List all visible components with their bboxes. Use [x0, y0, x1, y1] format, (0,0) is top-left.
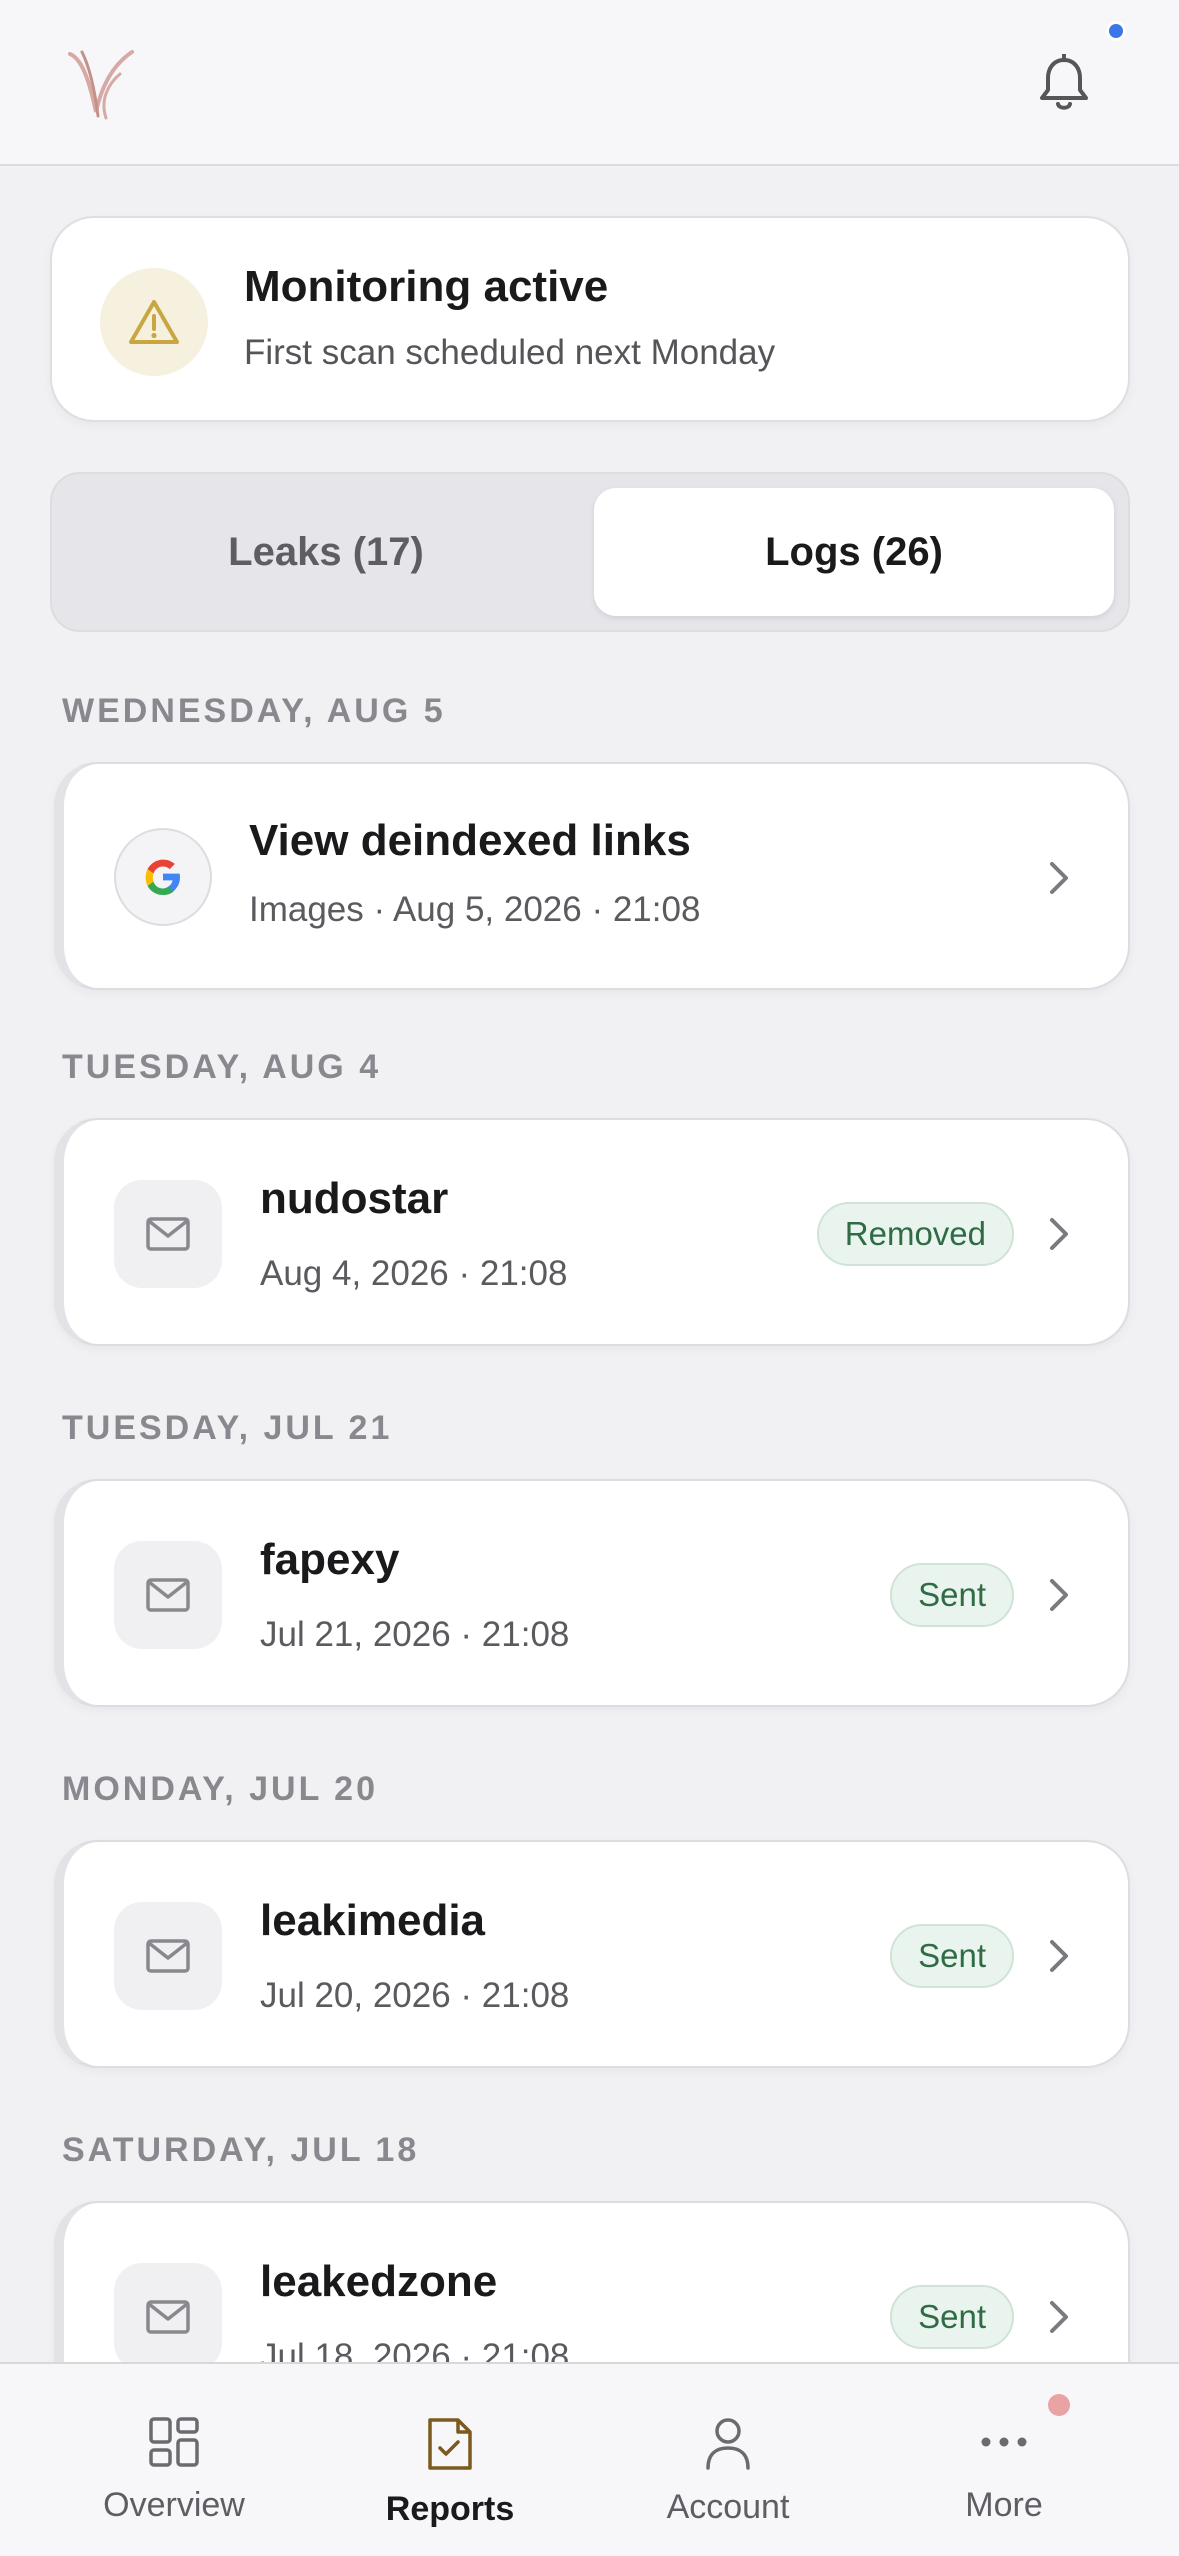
log-item-title: leakedzone	[260, 2257, 498, 2306]
google-icon	[114, 828, 212, 926]
tab-more[interactable]: More	[866, 2364, 1142, 2556]
logs-scroll-area[interactable]: Monitoring active First scan scheduled n…	[0, 166, 1179, 2362]
log-item-leakimedia[interactable]: leakimedia Jul 20, 2026 · 21:08 Sent	[54, 1840, 1130, 2068]
date-heading: WEDNESDAY, AUG 5	[62, 692, 446, 730]
chevron-right-icon	[1050, 1940, 1068, 1972]
chevron-right-icon	[1050, 1579, 1068, 1611]
brand-v-logo[interactable]	[66, 44, 138, 122]
person-icon	[706, 2418, 750, 2470]
monitoring-status-card: Monitoring active First scan scheduled n…	[50, 216, 1130, 422]
date-heading: SATURDAY, JUL 18	[62, 2131, 420, 2169]
bell-icon[interactable]	[1036, 54, 1092, 112]
log-item-meta: Jul 21, 2026 · 21:08	[260, 1615, 570, 1654]
status-badge: Sent	[890, 1924, 1014, 1988]
mail-icon	[114, 1180, 222, 1288]
tab-logs[interactable]: Logs (26)	[594, 488, 1114, 616]
status-badge: Sent	[890, 2285, 1014, 2349]
log-item-meta: Jul 18, 2026 · 21:08	[260, 2337, 570, 2362]
mail-icon	[114, 1902, 222, 2010]
log-item-title: nudostar	[260, 1174, 449, 1223]
bottom-tab-bar: Overview Reports Account More	[0, 2362, 1179, 2556]
tab-label: More	[965, 2486, 1043, 2524]
chevron-right-icon	[1050, 2301, 1068, 2333]
mail-icon	[114, 2263, 222, 2362]
tab-label: Account	[666, 2488, 790, 2526]
log-item-title: View deindexed links	[249, 816, 691, 865]
monitoring-subtitle: First scan scheduled next Monday	[244, 333, 776, 372]
date-heading: TUESDAY, AUG 4	[62, 1048, 382, 1086]
grid-icon	[149, 2417, 199, 2467]
log-item-meta: Images · Aug 5, 2026 · 21:08	[249, 890, 701, 929]
date-heading: TUESDAY, JUL 21	[62, 1409, 393, 1447]
log-item-title: leakimedia	[260, 1896, 486, 1945]
tab-leaks[interactable]: Leaks (17)	[66, 488, 586, 616]
monitoring-title: Monitoring active	[244, 262, 609, 311]
status-badge: Sent	[890, 1563, 1014, 1627]
report-check-icon	[428, 2418, 472, 2470]
app-header	[0, 0, 1179, 166]
log-item-deindexed-links[interactable]: View deindexed links Images · Aug 5, 202…	[54, 762, 1130, 990]
chevron-right-icon	[1050, 862, 1068, 894]
more-notification-dot	[1048, 2394, 1070, 2416]
log-item-meta: Jul 20, 2026 · 21:08	[260, 1976, 570, 2015]
warning-triangle-icon	[100, 268, 208, 376]
notification-dot	[1106, 21, 1126, 41]
tab-reports[interactable]: Reports	[312, 2364, 588, 2556]
tab-overview[interactable]: Overview	[36, 2364, 312, 2556]
log-item-title: fapexy	[260, 1535, 400, 1584]
log-item-meta: Aug 4, 2026 · 21:08	[260, 1254, 568, 1293]
date-heading: MONDAY, JUL 20	[62, 1770, 378, 1808]
mail-icon	[114, 1541, 222, 1649]
tab-account[interactable]: Account	[590, 2364, 866, 2556]
leaks-logs-segmented-control: Leaks (17) Logs (26)	[50, 472, 1130, 632]
tab-label: Reports	[385, 2490, 515, 2528]
status-badge: Removed	[816, 1202, 1014, 1266]
chevron-right-icon	[1050, 1218, 1068, 1250]
tab-label: Overview	[103, 2486, 245, 2524]
log-item-nudostar[interactable]: nudostar Aug 4, 2026 · 21:08 Removed	[54, 1118, 1130, 1346]
log-item-leakedzone[interactable]: leakedzone Jul 18, 2026 · 21:08 Sent	[54, 2201, 1130, 2362]
more-dots-icon	[981, 2437, 1027, 2447]
log-item-fapexy[interactable]: fapexy Jul 21, 2026 · 21:08 Sent	[54, 1479, 1130, 1707]
